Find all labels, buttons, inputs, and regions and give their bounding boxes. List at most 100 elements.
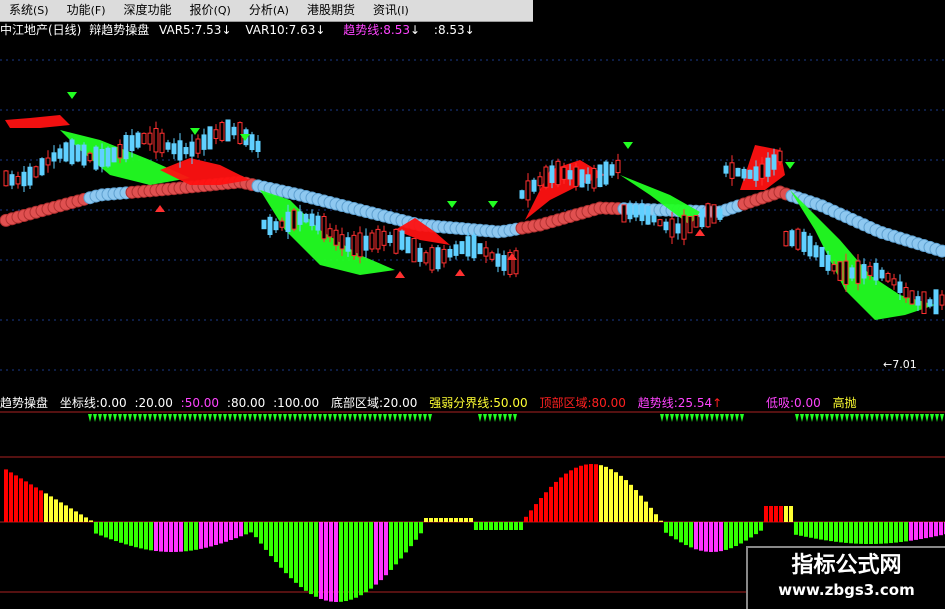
menu-function[interactable]: 功能(F)	[58, 0, 115, 21]
candlestick	[57, 148, 63, 159]
signal-arrow-icon	[248, 414, 252, 422]
signal-arrow-icon	[318, 414, 322, 422]
candlestick	[393, 228, 399, 254]
signal-arrow-icon	[870, 414, 874, 422]
histogram-bar	[564, 473, 568, 522]
signal-arrow-icon	[313, 414, 317, 422]
histogram-bar	[389, 522, 393, 570]
histogram-bar	[179, 522, 183, 552]
signal-arrow-icon	[338, 414, 342, 422]
menu-quote[interactable]: 报价(Q)	[181, 0, 240, 21]
histogram-bar	[509, 522, 513, 530]
histogram-bar	[59, 502, 63, 522]
sell-arrow-icon	[447, 201, 457, 208]
trend-line-value: 8.53	[383, 23, 411, 37]
signal-arrow-icon	[253, 414, 257, 422]
histogram-bar	[259, 522, 263, 544]
candlestick	[723, 165, 729, 174]
arrow-down-icon: ↓	[315, 23, 326, 37]
histogram-bar	[854, 522, 858, 544]
trend-bead	[935, 244, 945, 258]
candlestick	[3, 170, 9, 187]
histogram-bar	[309, 522, 313, 595]
candlestick	[921, 291, 927, 315]
signal-arrow-icon	[423, 414, 427, 422]
histogram-bar	[264, 522, 268, 550]
histogram-bar	[199, 522, 203, 549]
menu-analysis[interactable]: 分析(A)	[240, 0, 298, 21]
trend-line-label: 趋势线:	[343, 23, 384, 37]
histogram-bar	[109, 522, 113, 540]
histogram-bar	[679, 522, 683, 543]
candlestick	[933, 289, 939, 315]
histogram-bar	[669, 522, 673, 537]
menu-hk-futures[interactable]: 港股期货	[298, 0, 364, 21]
arrow-down-icon: ↓	[221, 23, 232, 37]
histogram-bar	[369, 522, 373, 589]
low-buy-label: 低吸:	[766, 396, 795, 410]
histogram-bar	[444, 518, 448, 522]
axis-v50: :50.00	[180, 396, 220, 410]
histogram-bar	[874, 522, 878, 544]
signal-arrow-icon	[670, 414, 674, 422]
signal-arrow-icon	[288, 414, 292, 422]
histogram-bar	[14, 475, 18, 522]
histogram-bar	[814, 522, 818, 539]
candlestick	[477, 243, 483, 255]
candlestick	[153, 128, 159, 153]
signal-arrow-icon	[208, 414, 212, 422]
signal-arrow-icon	[920, 414, 924, 422]
signal-arrow-icon	[278, 414, 282, 422]
histogram-bar	[819, 522, 823, 540]
histogram-bar	[284, 522, 288, 574]
histogram-bar	[119, 522, 123, 543]
histogram-bar	[824, 522, 828, 541]
histogram-bar	[584, 464, 588, 522]
high-sell-label: 高抛	[832, 396, 857, 410]
histogram-bar	[499, 522, 503, 530]
histogram-bar	[779, 506, 783, 522]
candlestick	[105, 147, 111, 167]
candlestick	[261, 219, 267, 230]
candlestick	[633, 204, 639, 218]
sell-arrow-icon	[488, 201, 498, 208]
signal-arrow-icon	[418, 414, 422, 422]
candlestick	[339, 234, 345, 250]
menu-info[interactable]: 资讯(I)	[364, 0, 418, 21]
candlestick	[855, 260, 861, 284]
candlestick	[351, 234, 357, 257]
histogram-bar	[484, 522, 488, 530]
histogram-bar	[609, 469, 613, 522]
trend-band	[160, 158, 250, 185]
candlestick	[903, 287, 909, 299]
signal-arrow-icon	[98, 414, 102, 422]
candlestick	[597, 164, 603, 188]
histogram-bar	[524, 516, 528, 522]
histogram-bar	[829, 522, 833, 542]
menu-deep-function[interactable]: 深度功能	[115, 0, 181, 21]
candlestick	[309, 213, 315, 227]
candlestick	[645, 205, 651, 225]
var5-label: VAR5:	[159, 23, 195, 37]
candlestick	[411, 238, 417, 263]
histogram-bar	[884, 522, 888, 544]
signal-arrow-icon	[268, 414, 272, 422]
histogram-bar	[649, 507, 653, 522]
candlestick	[771, 154, 777, 170]
histogram-bar	[189, 522, 193, 551]
histogram-bar	[919, 522, 923, 540]
histogram-bar	[124, 522, 128, 545]
candlestick	[675, 223, 681, 234]
histogram-bar	[544, 492, 548, 522]
signal-arrow-icon	[845, 414, 849, 422]
candlestick	[45, 157, 51, 166]
histogram-bar	[294, 522, 298, 583]
arrow-up-icon: ↑	[712, 396, 723, 410]
signal-arrow-icon	[283, 414, 287, 422]
histogram-bar	[569, 470, 573, 522]
candlestick	[381, 230, 387, 246]
histogram-bar	[929, 522, 933, 538]
menu-system[interactable]: 系统(S)	[0, 0, 58, 21]
signal-arrow-icon	[478, 414, 482, 422]
candlestick	[801, 231, 807, 252]
